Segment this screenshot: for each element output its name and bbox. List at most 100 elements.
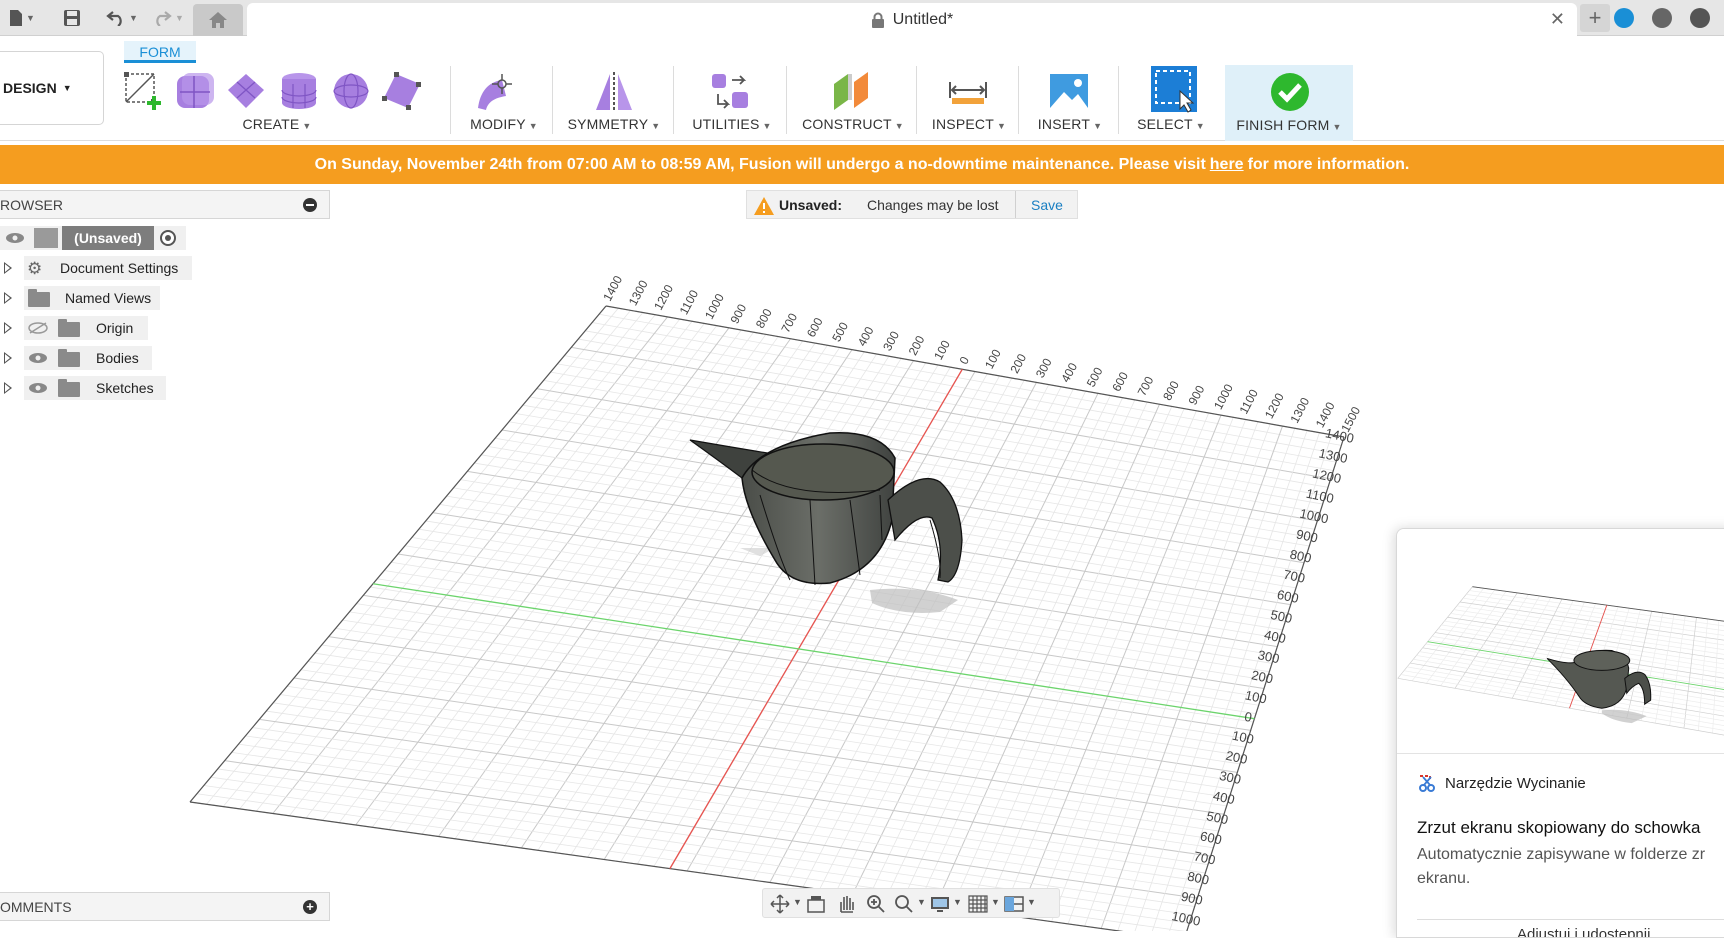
insert-image-icon[interactable] <box>1048 70 1090 112</box>
screenshot-thumbnail[interactable] <box>1397 529 1724 754</box>
viewports-icon[interactable] <box>1003 894 1025 914</box>
file-menu-button[interactable]: ▼ <box>4 4 40 32</box>
document-tab[interactable]: Untitled* ✕ <box>247 3 1577 36</box>
create-group[interactable]: CREATE ▼ <box>118 64 436 140</box>
grid-tick-label: 1300 <box>1318 445 1349 466</box>
browser-item-origin[interactable]: Origin <box>96 316 133 340</box>
display-menu-caret[interactable]: ▼ <box>953 897 962 907</box>
grid-line <box>1469 590 1724 627</box>
grid-line <box>488 446 1299 580</box>
grid-tick-label: 600 <box>1276 587 1300 606</box>
visibility-eye-icon[interactable] <box>28 382 48 394</box>
modify-group[interactable]: MODIFY ▼ <box>456 64 552 140</box>
collapse-icon[interactable] <box>303 198 317 212</box>
display-settings-icon[interactable] <box>929 894 951 914</box>
home-tab[interactable] <box>193 4 243 36</box>
box-icon[interactable] <box>174 70 216 112</box>
grid-tick-label: 0 <box>1243 709 1253 725</box>
extensions-icon[interactable] <box>1614 8 1634 28</box>
utilities-icon[interactable] <box>708 70 752 112</box>
save-button[interactable] <box>58 4 86 32</box>
close-icon[interactable]: ✕ <box>1550 9 1565 30</box>
plane-icon[interactable] <box>226 70 268 112</box>
grid-line <box>557 363 1326 497</box>
expand-icon[interactable] <box>4 292 12 304</box>
construct-plane-icon[interactable] <box>830 70 876 112</box>
expand-icon[interactable] <box>4 382 12 394</box>
snipping-notification[interactable]: Narzędzie Wycinanie Zrzut ekranu skopiow… <box>1396 528 1724 938</box>
browser-item-named-views[interactable]: Named Views <box>65 286 151 310</box>
grid-tick-label: 1000 <box>1170 908 1201 929</box>
symmetry-icon[interactable] <box>592 70 636 112</box>
grid-line <box>1151 432 1320 931</box>
utilities-group[interactable]: UTILITIES ▼ <box>676 64 788 140</box>
notification-action[interactable]: Adjustuj i udostępnij <box>1417 919 1724 937</box>
unsaved-label: Unsaved: <box>779 196 843 213</box>
zoom-menu-caret[interactable]: ▼ <box>917 897 926 907</box>
browser-item-bodies[interactable]: Bodies <box>96 346 139 370</box>
job-status-icon[interactable] <box>1652 8 1672 28</box>
grid-menu-caret[interactable]: ▼ <box>991 897 1000 907</box>
look-at-icon[interactable] <box>805 894 827 914</box>
grid-tick-label: 1300 <box>1287 395 1312 425</box>
browser-item-document-settings[interactable]: Document Settings <box>60 256 178 280</box>
save-link[interactable]: Save <box>1031 197 1063 213</box>
visibility-eye-icon[interactable] <box>28 352 48 364</box>
expand-icon[interactable] <box>4 262 12 274</box>
zoom-icon[interactable] <box>865 894 887 914</box>
cup-model[interactable] <box>689 431 963 586</box>
select-group[interactable]: SELECT ▼ <box>1122 64 1220 140</box>
browser-root-label[interactable]: (Unsaved) <box>62 226 154 250</box>
grid-settings-icon[interactable] <box>967 894 989 914</box>
clock-icon[interactable] <box>1690 8 1710 28</box>
grid-line <box>495 437 1302 572</box>
inspect-group[interactable]: INSPECT ▼ <box>920 64 1018 140</box>
orbit-icon[interactable] <box>769 894 791 914</box>
orbit-menu-caret[interactable]: ▼ <box>793 897 802 907</box>
expand-icon[interactable] <box>4 352 12 364</box>
toolbar-divider <box>1018 66 1019 134</box>
undo-button[interactable]: ▼ <box>104 4 140 32</box>
pan-hand-icon[interactable] <box>835 894 857 914</box>
banner-link[interactable]: here <box>1210 156 1244 174</box>
utilities-label: UTILITIES <box>692 116 760 132</box>
add-comment-icon[interactable]: + <box>303 900 317 914</box>
browser-item-sketches[interactable]: Sketches <box>96 376 154 400</box>
modify-icon[interactable] <box>472 70 518 112</box>
sphere-icon[interactable] <box>330 70 372 112</box>
create-face-icon[interactable] <box>122 70 164 112</box>
workspace-switcher[interactable]: DESIGN ▼ <box>0 51 104 125</box>
tab-form[interactable]: FORM <box>124 41 196 63</box>
snipping-tool-icon <box>1419 775 1435 792</box>
new-tab-button[interactable]: + <box>1580 4 1610 32</box>
expand-icon[interactable] <box>4 322 12 334</box>
grid-line <box>217 768 1195 907</box>
grid-line <box>322 323 705 821</box>
select-icon[interactable] <box>1150 65 1198 113</box>
grid-tick-label: 200 <box>1007 351 1029 376</box>
grid-top-ticks: 1400 1300 1200 1100 1000 900 800 700 600 500 400 30… <box>600 273 1363 434</box>
insert-group[interactable]: INSERT ▼ <box>1022 64 1118 140</box>
toolbar-divider <box>552 66 553 134</box>
visibility-eye-icon[interactable] <box>5 232 25 244</box>
construct-group[interactable]: CONSTRUCT ▼ <box>790 64 916 140</box>
symmetry-group[interactable]: SYMMETRY ▼ <box>556 64 672 140</box>
grid-line <box>598 313 1342 446</box>
grid-line <box>603 360 914 860</box>
browser-header[interactable]: ROWSER <box>0 190 330 219</box>
redo-button[interactable]: ▼ <box>150 4 186 32</box>
grid-line <box>1017 414 1222 918</box>
comments-header[interactable]: OMMENTS + <box>0 892 330 921</box>
browser-title: ROWSER <box>0 196 63 213</box>
grid-line <box>636 364 939 865</box>
activate-radio-icon[interactable] <box>160 230 176 246</box>
zoom-window-icon[interactable] <box>893 894 915 914</box>
quadball-icon[interactable] <box>380 70 424 112</box>
visibility-hidden-icon[interactable] <box>28 322 48 334</box>
viewports-menu-caret[interactable]: ▼ <box>1027 897 1036 907</box>
cylinder-icon[interactable] <box>278 70 320 112</box>
finish-form-group[interactable]: FINISH FORM ▼ <box>1225 65 1353 141</box>
finish-form-icon[interactable] <box>1269 71 1311 113</box>
measure-icon[interactable] <box>946 70 990 112</box>
grid-tick-label: 0 <box>957 354 973 367</box>
